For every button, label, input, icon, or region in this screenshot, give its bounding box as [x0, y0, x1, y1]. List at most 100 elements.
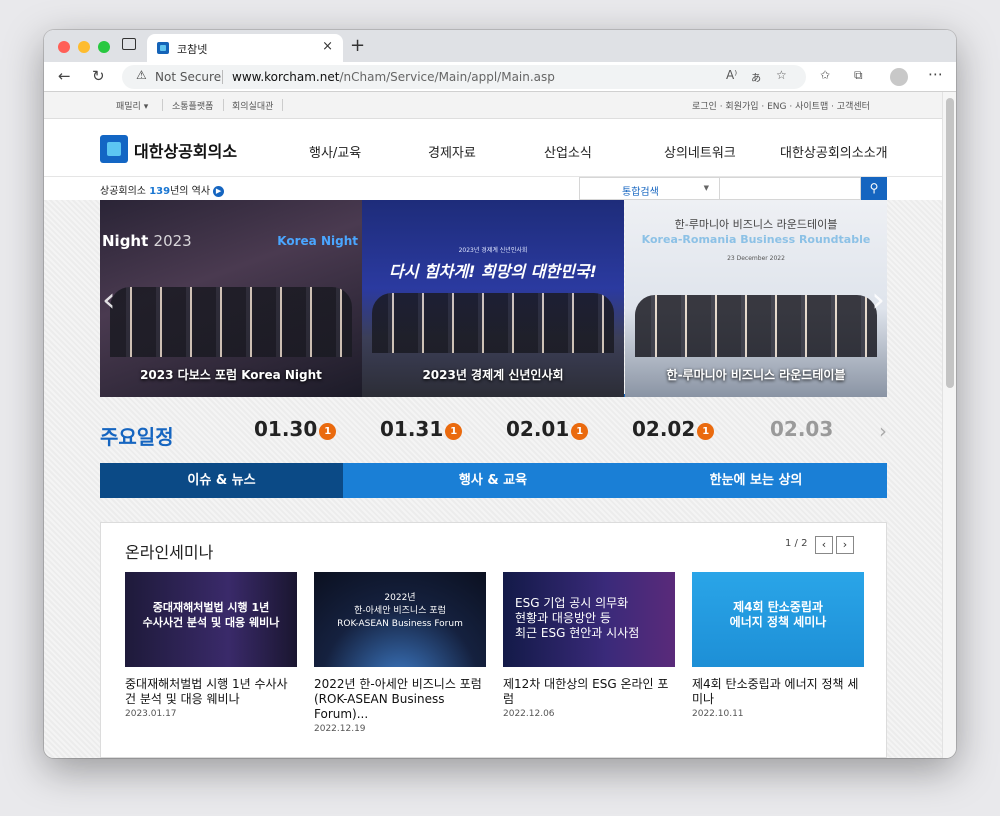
card-date: 2023.01.17 — [125, 709, 177, 719]
url-host: www.korcham.net — [232, 70, 340, 84]
translate-icon[interactable]: ぁ — [750, 68, 762, 85]
card-thumbnail: 2022년 한-아세안 비즈니스 포럼 ROK-ASEAN Business F… — [314, 572, 486, 667]
search-input[interactable] — [720, 177, 861, 200]
slide-romania[interactable]: 한-루마니아 비즈니스 라운드테이블 Korea-Romania Busines… — [625, 200, 887, 397]
reload-icon[interactable]: ↻ — [92, 67, 105, 85]
thumbnail-text: 제4회 탄소중립과 에너지 정책 세미나 — [729, 600, 827, 629]
webinar-card[interactable]: 제4회 탄소중립과 에너지 정책 세미나 제4회 탄소중립과 에너지 정책 세미… — [692, 572, 864, 719]
slide-davos[interactable]: Night 2023 Korea Night 2023 다보스 포럼 Korea… — [100, 200, 362, 397]
family-menu[interactable]: 패밀리 ▾ — [116, 99, 148, 112]
nav-events-education[interactable]: 행사/교육 — [309, 142, 361, 161]
security-status[interactable]: Not Secure — [155, 70, 221, 84]
slide-new-year[interactable]: 2023년 경제계 신년인사회 다시 힘차게! 희망의 대한민국! 2023년 … — [362, 200, 624, 397]
nav-about[interactable]: 대한상공회의소소개 — [780, 142, 888, 161]
tab-issues-news[interactable]: 이슈 & 뉴스 — [100, 463, 343, 498]
night-year: 2023 — [153, 232, 192, 250]
utility-bar: 패밀리 ▾ 소통플랫폼 회의실대관 로그인 · 회원가입 · ENG · 사이트… — [44, 92, 942, 119]
webinar-card[interactable]: 중대재해처벌법 시행 1년 수사사건 분석 및 대응 웨비나 중대재해처벌법 시… — [125, 572, 297, 719]
carousel-next-icon[interactable]: › — [871, 280, 885, 320]
slide-banner-date: 23 December 2022 — [727, 255, 785, 262]
card-date: 2022.10.11 — [692, 709, 744, 719]
tab-events-education[interactable]: 행사 & 교육 — [362, 463, 624, 498]
schedule-date[interactable]: 02.01 1 — [506, 417, 589, 441]
collections-icon[interactable]: ⧉ — [854, 68, 863, 83]
main-visual-carousel: Night 2023 Korea Night 2023 다보스 포럼 Korea… — [100, 200, 887, 397]
site-logo-text[interactable]: 대한상공회의소 — [134, 138, 237, 162]
favorite-add-icon[interactable]: ☆ — [776, 68, 787, 82]
read-aloud-icon[interactable]: A⁾ — [726, 68, 737, 82]
account-links[interactable]: 로그인 · 회원가입 · ENG · 사이트맵 · 고객센터 — [692, 99, 870, 112]
carousel-prev-icon[interactable]: ‹ — [102, 280, 116, 320]
schedule-title: 주요일정 — [100, 425, 174, 449]
thumbnail-text: 2022년 한-아세안 비즈니스 포럼 ROK-ASEAN Business F… — [337, 593, 463, 629]
count-badge: 1 — [319, 423, 337, 440]
card-title: 2022년 한-아세안 비즈니스 포럼 (ROK-ASEAN Business … — [314, 677, 482, 721]
night-word: Night — [102, 232, 149, 250]
more-menu-icon[interactable]: ⋯ — [928, 65, 943, 83]
card-date: 2022.12.06 — [503, 709, 555, 719]
browser-tab[interactable]: 코참넷 × — [147, 34, 343, 62]
card-title: 제4회 탄소중립과 에너지 정책 세미나 — [692, 677, 859, 706]
url-field[interactable]: ⚠ Not Secure www.korcham.net/nCham/Servi… — [122, 65, 806, 89]
schedule-date[interactable]: 01.31 1 — [380, 417, 463, 441]
date-label: 02.03 — [770, 417, 834, 441]
count-badge: 1 — [697, 423, 715, 440]
nav-chamber-network[interactable]: 상의네트워크 — [664, 142, 736, 161]
schedule-date[interactable]: 02.02 1 — [632, 417, 715, 441]
webinar-card[interactable]: ESG 기업 공시 의무화 현황과 대응방안 등 최근 ESG 현안과 시사점 … — [503, 572, 675, 719]
webinar-title: 온라인세미나 — [125, 543, 214, 562]
favorites-icon[interactable]: ✩ — [820, 68, 830, 82]
slide-korea-night-text: Korea Night — [277, 234, 358, 248]
new-tab-icon[interactable]: + — [350, 35, 365, 56]
play-icon[interactable]: ▶ — [213, 186, 225, 197]
schedule-next-icon[interactable]: › — [879, 419, 887, 443]
chevron-right-icon[interactable]: › — [836, 536, 854, 554]
search-scope-label: 통합검색 — [622, 187, 659, 198]
card-title: 중대재해처벌법 시행 1년 수사사건 분석 및 대응 웨비나 — [125, 677, 288, 706]
search-icon: ⚲ — [869, 181, 879, 195]
page-scrollbar[interactable] — [942, 92, 956, 758]
schedule-date[interactable]: 01.30 1 — [254, 417, 337, 441]
count-badge: 1 — [571, 423, 589, 440]
url-path: /nCham/Service/Main/appl/Main.asp — [339, 70, 555, 84]
slide-banner-big: 다시 힘차게! 희망의 대한민국! — [389, 262, 597, 281]
thumbnail-text: ESG 기업 공시 의무화 현황과 대응방안 등 최근 ESG 현안과 시사점 — [515, 596, 640, 640]
chevron-left-icon[interactable]: ‹ — [815, 536, 833, 554]
search-scope-select[interactable]: 통합검색 ▼ — [579, 177, 720, 200]
chevron-down-icon: ▼ — [703, 184, 709, 192]
minimize-window-button[interactable] — [78, 41, 90, 53]
tab-chamber-overview[interactable]: 한눈에 보는 상의 — [625, 463, 887, 498]
history-suffix: 년의 역사 — [170, 186, 211, 197]
scrollbar-thumb[interactable] — [946, 98, 954, 388]
room-rental-link[interactable]: 회의실대관 — [232, 99, 273, 112]
schedule-date[interactable]: 02.03 — [770, 417, 833, 441]
history-link[interactable]: 상공회의소 139년의 역사 ▶ — [100, 182, 225, 197]
slide-photo — [110, 287, 352, 357]
divider — [282, 99, 283, 111]
slide-photo — [372, 293, 614, 353]
card-thumbnail: 제4회 탄소중립과 에너지 정책 세미나 — [692, 572, 864, 667]
warning-icon: ⚠ — [136, 68, 147, 82]
address-bar: ← ↻ ⚠ Not Secure www.korcham.net/nCham/S… — [44, 62, 956, 92]
nav-industry-news[interactable]: 산업소식 — [544, 142, 592, 161]
comm-platform-link[interactable]: 소통플랫폼 — [172, 99, 213, 112]
korcham-logo-icon[interactable] — [100, 135, 128, 163]
date-label: 02.02 — [632, 417, 696, 441]
search-button[interactable]: ⚲ — [861, 177, 887, 200]
close-window-button[interactable] — [58, 41, 70, 53]
profile-avatar[interactable] — [890, 68, 908, 86]
maximize-window-button[interactable] — [98, 41, 110, 53]
date-label: 02.01 — [506, 417, 570, 441]
sub-bar: 상공회의소 139년의 역사 ▶ 통합검색 ▼ ⚲ — [44, 177, 942, 200]
slide-banner-ko: 한-루마니아 비즈니스 라운드테이블 — [674, 218, 838, 231]
webinar-card[interactable]: 2022년 한-아세안 비즈니스 포럼 ROK-ASEAN Business F… — [314, 572, 486, 734]
back-icon[interactable]: ← — [58, 67, 71, 85]
page-content: 패밀리 ▾ 소통플랫폼 회의실대관 로그인 · 회원가입 · ENG · 사이트… — [44, 92, 942, 758]
nav-economic-data[interactable]: 경제자료 — [428, 142, 476, 161]
card-thumbnail: ESG 기업 공시 의무화 현황과 대응방안 등 최근 ESG 현안과 시사점 — [503, 572, 675, 667]
divider — [162, 99, 163, 111]
url-divider — [222, 70, 223, 84]
tab-close-icon[interactable]: × — [322, 39, 333, 54]
slide-banner-small: 2023년 경제계 신년인사회 — [458, 247, 528, 254]
tab-actions-icon[interactable] — [122, 38, 136, 50]
